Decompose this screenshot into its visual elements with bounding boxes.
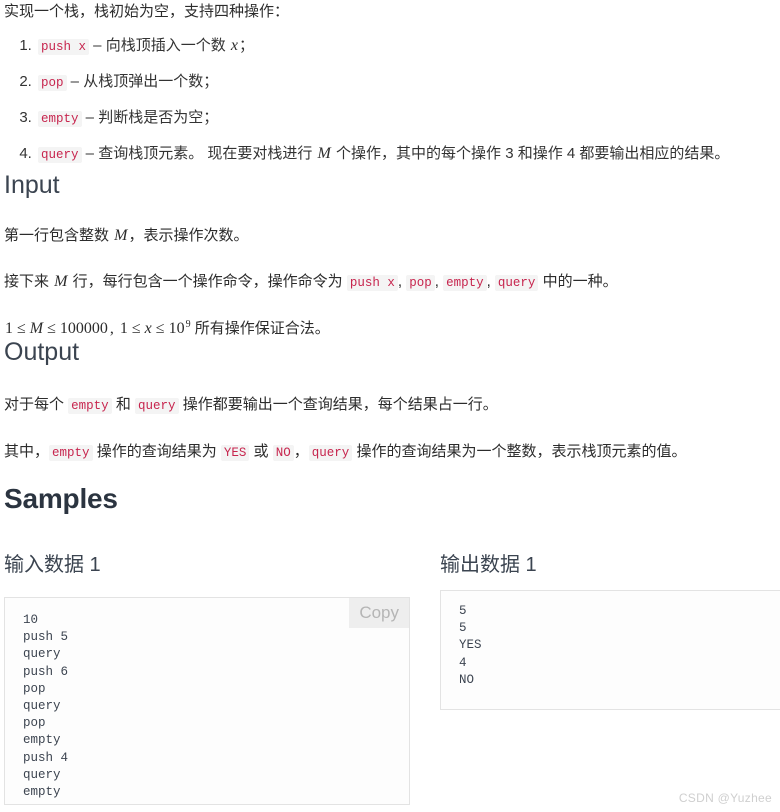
separator: , — [397, 273, 407, 290]
math-symbol: x — [230, 37, 238, 54]
text: 操作的查询结果为 — [92, 443, 221, 460]
list-item: push x – 向栈顶插入一个数 x； — [36, 34, 780, 59]
text: 所有操作保证合法。 — [190, 320, 330, 337]
list-item: query – 查询栈顶元素。 现在要对栈进行 M 个操作，其中的每个操作 3 … — [36, 142, 780, 167]
list-item: empty – 判断栈是否为空； — [36, 106, 780, 131]
section-heading-output: Output — [4, 338, 80, 366]
text: 接下来 — [4, 273, 54, 290]
op-desc-before: – 判断栈是否为空； — [81, 109, 219, 126]
inline-code: YES — [220, 445, 250, 461]
math-comma: , — [109, 320, 118, 337]
input-line-2: 接下来 M 行，每行包含一个操作命令，操作命令为 push x, pop, em… — [0, 270, 780, 295]
input-line-1: 第一行包含整数 M，表示操作次数。 — [0, 224, 780, 248]
sample-input-title: 输入数据 1 — [4, 554, 101, 576]
op-desc-before: – 查询栈顶元素。 现在要对栈进行 — [81, 145, 317, 162]
inline-code: push x — [38, 39, 90, 55]
list-item: pop – 从栈顶弹出一个数； — [36, 70, 780, 95]
op-desc-before: – 从栈顶弹出一个数； — [66, 73, 219, 90]
inline-code: query — [38, 147, 82, 163]
inline-code: query — [494, 275, 539, 291]
input-section: Input 第一行包含整数 M，表示操作次数。 接下来 M 行，每行包含一个操作… — [0, 170, 780, 341]
inline-code: empty — [38, 111, 82, 127]
sample-output-title: 输出数据 1 — [440, 554, 537, 576]
inline-code: query — [308, 445, 353, 461]
intro-lead: 实现一个栈，栈初始为空，支持四种操作： — [4, 3, 290, 20]
text: 或 — [249, 443, 273, 460]
text: ， — [293, 443, 309, 460]
inline-code: NO — [272, 445, 294, 461]
sample-output-code-block: 5 5 YES 4 NO — [440, 590, 780, 710]
samples-section: Samples — [0, 482, 780, 516]
math-symbol: M — [317, 145, 331, 162]
section-heading-input: Input — [4, 171, 60, 199]
text: 中的一种。 — [538, 273, 618, 290]
math-number: 1 — [5, 320, 13, 337]
text: 对于每个 — [4, 396, 69, 413]
math-operator: ≤ — [155, 320, 165, 337]
inline-code: empty — [49, 445, 93, 461]
intro-block: 实现一个栈，栈初始为空，支持四种操作： push x – 向栈顶插入一个数 x；… — [0, 0, 780, 178]
math-symbol: M — [54, 273, 68, 290]
text: 行，每行包含一个操作命令，操作命令为 — [68, 273, 347, 290]
math-number: 100000 — [59, 320, 108, 337]
sample-input-code-block: 10 push 5 query push 6 pop query pop emp… — [4, 597, 410, 805]
op-desc-after: 个操作，其中的每个操作 3 和操作 4 都要输出相应的结果。 — [331, 145, 730, 162]
inline-code: empty — [68, 398, 112, 414]
separator: , — [434, 273, 444, 290]
text: 操作的查询结果为一个整数，表示栈顶元素的值。 — [352, 443, 687, 460]
text: 操作都要输出一个查询结果，每个结果占一行。 — [178, 396, 498, 413]
op-desc-after: ； — [238, 37, 254, 54]
math-number: 10 — [168, 320, 185, 337]
copy-button[interactable]: Copy — [349, 598, 409, 628]
inline-code: pop — [406, 275, 435, 291]
sample-input-code-text: 10 push 5 query push 6 pop query pop emp… — [23, 613, 69, 800]
op-desc-before: – 向栈顶插入一个数 — [89, 37, 230, 54]
math-operator: ≤ — [17, 320, 26, 337]
watermark: CSDN @Yuzhee — [678, 791, 772, 806]
operations-list: push x – 向栈顶插入一个数 x； pop – 从栈顶弹出一个数； emp… — [0, 34, 780, 167]
inline-code: empty — [443, 275, 487, 291]
inline-code: pop — [38, 75, 67, 91]
math-symbol: M — [29, 320, 44, 337]
separator: , — [486, 273, 495, 290]
text: ，表示操作次数。 — [128, 227, 249, 244]
math-operator: ≤ — [47, 320, 56, 337]
text: 第一行包含整数 — [4, 227, 114, 244]
output-section: Output 对于每个 empty 和 query 操作都要输出一个查询结果，每… — [0, 337, 780, 465]
math-number: 1 — [119, 320, 128, 337]
inline-code: query — [135, 398, 179, 414]
sample-output-code-text: 5 5 YES 4 NO — [459, 604, 482, 687]
problem-statement-page: 实现一个栈，栈初始为空，支持四种操作： push x – 向栈顶插入一个数 x；… — [0, 0, 780, 812]
page-title-samples: Samples — [4, 483, 118, 514]
output-line-1: 对于每个 empty 和 query 操作都要输出一个查询结果，每个结果占一行。 — [0, 393, 780, 418]
math-symbol: M — [114, 227, 128, 244]
text: 其中， — [4, 443, 50, 460]
output-line-2: 其中， empty 操作的查询结果为 YES 或 NO， query 操作的查询结果… — [0, 440, 780, 465]
math-symbol: x — [144, 320, 152, 337]
inline-code: push x — [346, 275, 398, 291]
text: 和 — [111, 396, 136, 413]
math-operator: ≤ — [131, 320, 141, 337]
